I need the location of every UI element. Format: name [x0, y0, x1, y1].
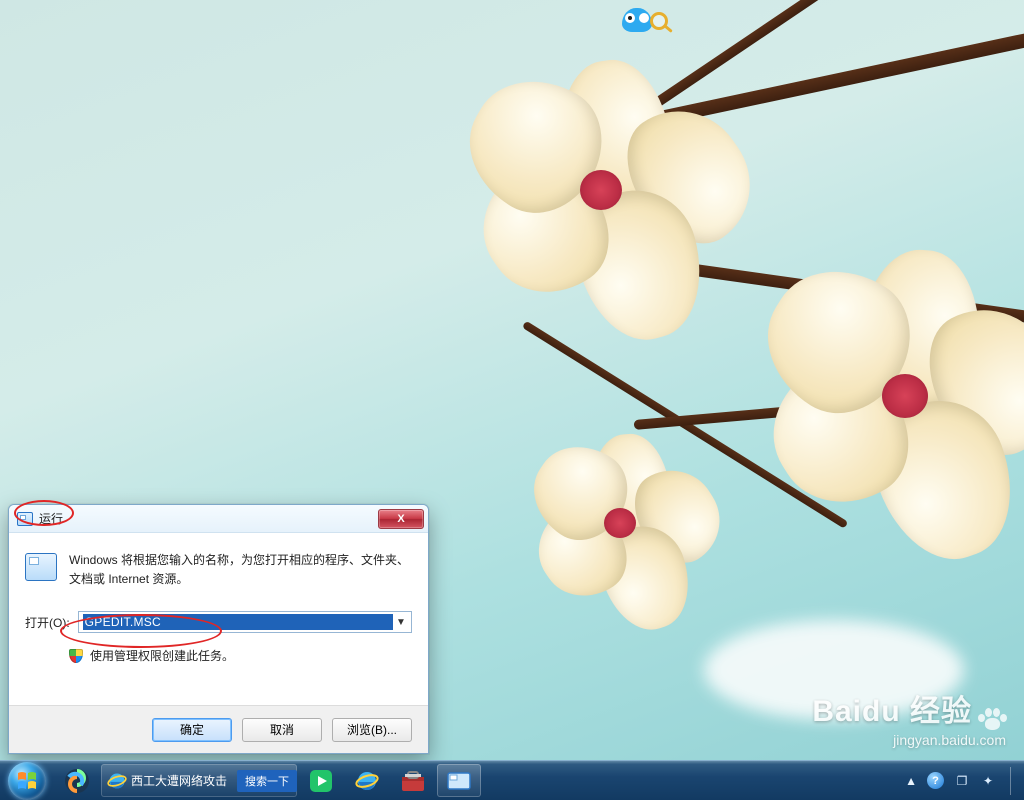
run-icon	[17, 512, 33, 526]
taskbar-pinned-toolbox[interactable]	[391, 764, 435, 797]
desktop-shortcut-owl-search[interactable]	[622, 8, 668, 46]
tray-app-icon-1[interactable]: ❐	[954, 773, 970, 789]
taskbar-run-window[interactable]	[437, 764, 481, 797]
watermark-brand: Baidu 经验	[812, 686, 972, 730]
taskbar-ie-search-button[interactable]: 搜索一下	[237, 770, 297, 792]
uac-shield-icon	[69, 649, 83, 663]
swirl-app-icon	[63, 767, 91, 795]
owl-icon	[622, 8, 652, 32]
watermark-url: jingyan.baidu.com	[812, 732, 1006, 748]
run-title: 运行	[39, 510, 63, 527]
run-titlebar[interactable]: 运行 X	[9, 505, 428, 533]
magnifier-icon	[650, 12, 668, 30]
admin-checkbox-label: 使用管理权限创建此任务。	[90, 647, 234, 664]
taskbar-ie-window[interactable]: 西工大遭网络攻击 搜索一下	[101, 764, 297, 797]
taskbar-pinned-video-app[interactable]	[299, 764, 343, 797]
run-description: Windows 将根据您输入的名称，为您打开相应的程序、文件夹、文档或 Inte…	[69, 551, 412, 589]
toolbox-icon	[400, 769, 426, 793]
desktop[interactable]: 运行 X Windows 将根据您输入的名称，为您打开相应的程序、文件夹、文档或…	[0, 0, 1024, 800]
open-combobox[interactable]: GPEDIT.MSC ▼	[78, 611, 412, 633]
browse-button[interactable]: 浏览(B)...	[332, 718, 412, 742]
dropdown-caret-icon[interactable]: ▼	[393, 614, 409, 630]
close-button[interactable]: X	[378, 509, 424, 529]
play-app-icon	[308, 768, 334, 794]
run-task-icon	[446, 770, 472, 792]
paw-icon	[978, 708, 1006, 730]
cancel-button[interactable]: 取消	[242, 718, 322, 742]
tray-app-icon-2[interactable]: ✦	[980, 773, 996, 789]
taskbar: 西工大遭网络攻击 搜索一下	[0, 760, 1024, 800]
open-input-value[interactable]: GPEDIT.MSC	[83, 614, 393, 630]
run-button-row: 确定 取消 浏览(B)...	[9, 705, 428, 753]
tray-help-icon[interactable]: ?	[927, 772, 944, 789]
windows-orb-icon	[8, 762, 46, 800]
taskbar-pinned-app-1[interactable]	[55, 764, 99, 797]
open-label: 打开(O):	[25, 614, 70, 631]
run-dialog: 运行 X Windows 将根据您输入的名称，为您打开相应的程序、文件夹、文档或…	[8, 504, 429, 754]
watermark: Baidu 经验 jingyan.baidu.com	[812, 686, 1006, 748]
ie-icon	[107, 771, 127, 791]
system-tray: ▲ ? ❐ ✦	[895, 761, 1024, 800]
close-icon: X	[397, 513, 404, 525]
ok-button[interactable]: 确定	[152, 718, 232, 742]
run-large-icon	[25, 553, 57, 581]
show-desktop-button[interactable]	[1010, 767, 1020, 795]
ie-icon	[355, 769, 379, 793]
tray-expand-icon[interactable]: ▲	[905, 774, 917, 788]
start-button[interactable]	[0, 761, 54, 800]
taskbar-ie-title: 西工大遭网络攻击	[127, 772, 231, 789]
taskbar-pinned-ie[interactable]	[345, 764, 389, 797]
